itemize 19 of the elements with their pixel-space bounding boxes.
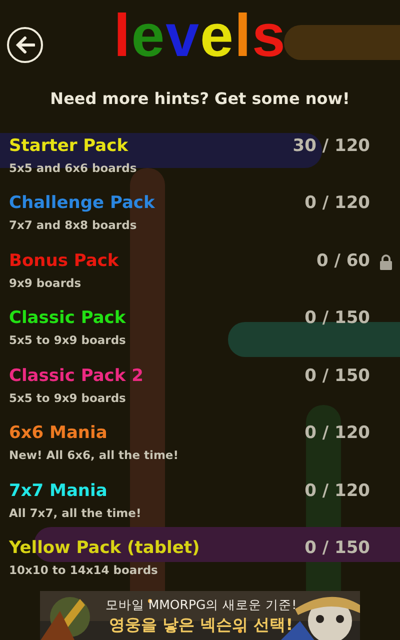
pack-name: Starter Pack [9, 134, 128, 157]
pack-description: All 7x7, all the time! [9, 506, 142, 520]
pack-name: Challenge Pack [9, 192, 155, 214]
pack-description: New! All 6x6, all the time! [9, 448, 178, 462]
pack-description: 7x7 and 8x8 boards [9, 218, 137, 232]
pack-name: Classic Pack [9, 307, 126, 330]
pack-description: 9x9 boards [9, 276, 82, 290]
levels-title: levels [114, 12, 286, 60]
pack-name: 6x6 Mania [9, 422, 108, 444]
ad-tagline: 영웅을 낳은 넥슨의 선택! [108, 614, 293, 635]
pack-description: 5x5 to 9x9 boards [9, 390, 126, 405]
pack-description: 5x5 to 9x9 boards [9, 333, 126, 348]
pack-name: Bonus Pack [9, 250, 119, 272]
ad-headline: 모바일 MMORPG의 새로운 기준! [105, 596, 297, 614]
pack-description: 5x5 and 6x6 boards [9, 160, 137, 175]
pack-name: Classic Pack 2 [9, 364, 144, 387]
pack-name: Yellow Pack (tablet) [9, 537, 200, 560]
pack-description: 10x10 to 14x14 boards [9, 563, 158, 578]
pack-name: 7x7 Mania [9, 480, 108, 502]
